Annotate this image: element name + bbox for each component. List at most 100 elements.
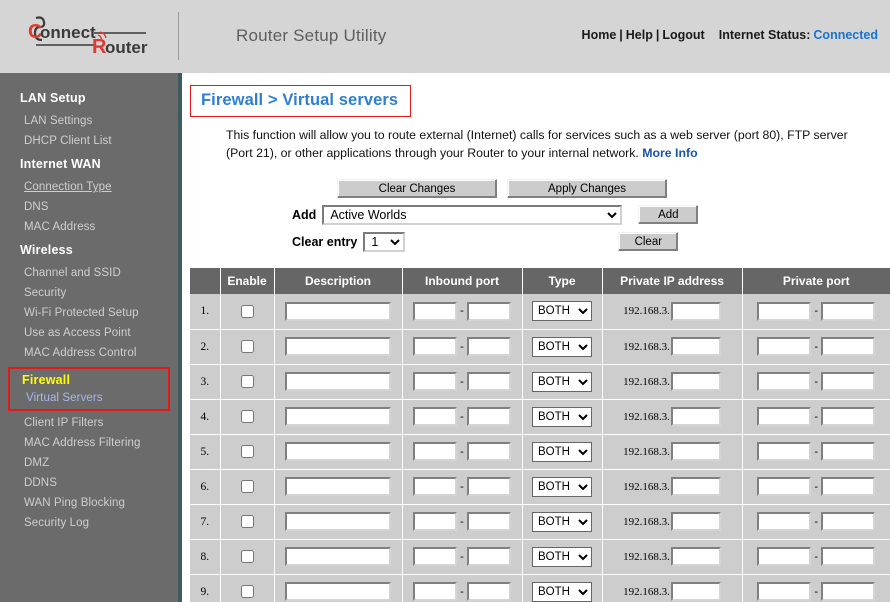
inbound-port-to-input[interactable] [467,372,511,391]
sidebar-item-virtual-servers[interactable]: Virtual Servers [10,390,168,406]
description-input[interactable] [285,582,391,601]
private-ip-suffix-input[interactable] [670,547,721,566]
private-port-to-input[interactable] [821,407,876,426]
apply-changes-button[interactable]: Apply Changes [507,178,667,198]
private-ip-suffix-input[interactable] [670,477,721,496]
inbound-port-to-input[interactable] [467,337,511,356]
type-select[interactable]: BOTH [532,476,592,497]
sidebar-item-use-as-access-point[interactable]: Use as Access Point [0,323,178,343]
type-select[interactable]: BOTH [532,546,592,567]
private-port-from-input[interactable] [757,582,812,601]
description-input[interactable] [285,372,391,391]
inbound-port-to-input[interactable] [467,582,511,601]
enable-checkbox[interactable] [240,479,254,493]
private-port-to-input[interactable] [821,442,876,461]
inbound-port-from-input[interactable] [413,547,457,566]
type-select[interactable]: BOTH [532,336,592,357]
sidebar-item-security-log[interactable]: Security Log [0,513,178,533]
inbound-port-to-input[interactable] [467,477,511,496]
enable-checkbox[interactable] [240,444,254,458]
sidebar-item-dhcp-client-list[interactable]: DHCP Client List [0,131,178,151]
private-port-to-input[interactable] [821,337,876,356]
inbound-port-from-input[interactable] [413,582,457,601]
sidebar-item-channel-and-ssid[interactable]: Channel and SSID [0,263,178,283]
private-ip-suffix-input[interactable] [670,407,721,426]
sidebar-item-ddns[interactable]: DDNS [0,473,178,493]
private-port-from-input[interactable] [757,301,812,321]
inbound-port-to-input[interactable] [467,407,511,426]
description-input[interactable] [285,477,391,496]
private-port-from-input[interactable] [757,547,812,566]
inbound-port-from-input[interactable] [413,407,457,426]
enable-checkbox[interactable] [240,514,254,528]
inbound-port-to-input[interactable] [467,301,511,321]
private-ip-suffix-input[interactable] [670,512,721,531]
private-port-from-input[interactable] [757,477,812,496]
inbound-port-from-input[interactable] [413,372,457,391]
sidebar-item-mac-address-filtering[interactable]: MAC Address Filtering [0,433,178,453]
description-input[interactable] [285,337,391,356]
sidebar-item-wan-ping-blocking[interactable]: WAN Ping Blocking [0,493,178,513]
private-port-from-input[interactable] [757,337,812,356]
private-port-to-input[interactable] [821,547,876,566]
enable-checkbox[interactable] [240,339,254,353]
private-port-from-input[interactable] [757,512,812,531]
inbound-port-to-input[interactable] [467,512,511,531]
private-port-to-input[interactable] [821,477,876,496]
home-link[interactable]: Home [582,28,617,42]
private-ip-suffix-input[interactable] [670,301,721,321]
inbound-port-from-input[interactable] [413,477,457,496]
inbound-port-from-input[interactable] [413,337,457,356]
help-link[interactable]: Help [626,28,653,42]
brand-logo-area[interactable]: C onnect R outer [0,0,178,73]
type-select[interactable]: BOTH [532,406,592,427]
add-service-select[interactable]: Active Worlds [322,204,623,225]
type-select[interactable]: BOTH [532,301,592,322]
logout-link[interactable]: Logout [662,28,704,42]
sidebar-item-dns[interactable]: DNS [0,197,178,217]
inbound-port-to-input[interactable] [467,547,511,566]
type-select[interactable]: BOTH [532,371,592,392]
sidebar-item-mac-address[interactable]: MAC Address [0,217,178,237]
description-input[interactable] [285,442,391,461]
description-input[interactable] [285,512,391,531]
sidebar-item-connection-type[interactable]: Connection Type [0,177,178,197]
private-port-to-input[interactable] [821,582,876,601]
enable-checkbox[interactable] [240,549,254,563]
clear-entry-select[interactable]: 1 [363,231,406,252]
add-button[interactable]: Add [638,205,699,225]
private-ip-suffix-input[interactable] [670,372,721,391]
private-port-to-input[interactable] [821,372,876,391]
description-input[interactable] [285,547,391,566]
type-select[interactable]: BOTH [532,441,592,462]
inbound-port-from-input[interactable] [413,301,457,321]
type-select[interactable]: BOTH [532,581,592,602]
inbound-port-to-input[interactable] [467,442,511,461]
clear-button[interactable]: Clear [618,232,679,252]
description-input[interactable] [285,301,391,321]
inbound-port-from-input[interactable] [413,442,457,461]
sidebar-item-dmz[interactable]: DMZ [0,453,178,473]
sidebar-item-security[interactable]: Security [0,283,178,303]
more-info-link[interactable]: More Info [642,146,697,160]
private-ip-suffix-input[interactable] [670,337,721,356]
sidebar-item-client-ip-filters[interactable]: Client IP Filters [0,413,178,433]
enable-checkbox[interactable] [240,584,254,598]
private-ip-suffix-input[interactable] [670,582,721,601]
type-select[interactable]: BOTH [532,511,592,532]
enable-checkbox[interactable] [240,409,254,423]
private-port-to-input[interactable] [821,512,876,531]
description-input[interactable] [285,407,391,426]
sidebar-item-wifi-protected-setup[interactable]: Wi-Fi Protected Setup [0,303,178,323]
sidebar-item-lan-settings[interactable]: LAN Settings [0,111,178,131]
clear-changes-button[interactable]: Clear Changes [337,178,497,198]
private-ip-suffix-input[interactable] [670,442,721,461]
sidebar-item-mac-address-control[interactable]: MAC Address Control [0,343,178,363]
private-port-to-input[interactable] [821,301,876,321]
inbound-port-from-input[interactable] [413,512,457,531]
private-port-from-input[interactable] [757,442,812,461]
enable-checkbox[interactable] [240,304,254,318]
enable-checkbox[interactable] [240,374,254,388]
private-port-from-input[interactable] [757,407,812,426]
private-port-from-input[interactable] [757,372,812,391]
